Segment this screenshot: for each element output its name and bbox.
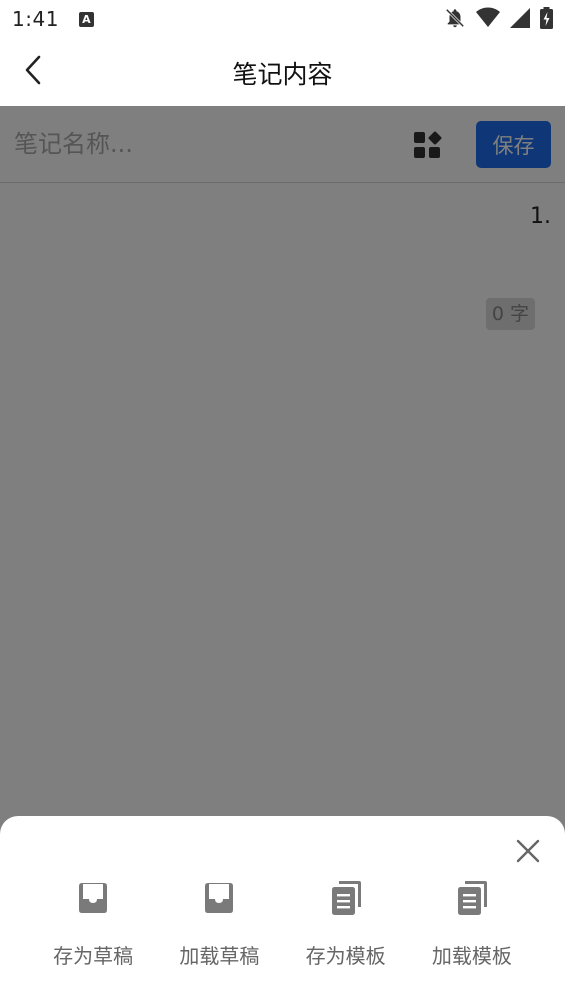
status-bar: 1:41 A	[0, 0, 565, 38]
close-button[interactable]	[513, 838, 543, 868]
app-notification-icon: A	[78, 11, 94, 27]
page-title: 笔记内容	[232, 60, 333, 89]
draft-template-sheet: 存为草稿 加载草稿 存为模板 加载模板	[0, 816, 565, 1004]
status-icons	[444, 7, 553, 33]
sheet-actions: 存为草稿 加载草稿 存为模板 加载模板	[30, 878, 535, 978]
save-as-draft-button[interactable]: 存为草稿	[30, 878, 156, 978]
battery-charging-icon	[540, 7, 553, 33]
action-label: 加载模板	[431, 944, 512, 968]
action-label: 加载草稿	[179, 944, 260, 968]
action-label: 存为草稿	[53, 944, 134, 968]
close-icon	[516, 839, 540, 867]
status-time: 1:41	[12, 7, 59, 31]
copy-document-icon	[452, 878, 492, 918]
load-draft-button[interactable]: 加载草稿	[156, 878, 282, 978]
inbox-tray-icon	[73, 878, 113, 918]
action-label: 存为模板	[305, 944, 386, 968]
load-template-button[interactable]: 加载模板	[409, 878, 535, 978]
app-bar: 笔记内容	[0, 38, 565, 106]
copy-document-icon	[326, 878, 366, 918]
notifications-off-icon	[444, 7, 466, 33]
wifi-icon	[476, 7, 500, 33]
save-as-template-button[interactable]: 存为模板	[283, 878, 409, 978]
inbox-tray-icon	[199, 878, 239, 918]
note-editor-screen: 1:41 A 笔记内容 笔记名称... 存为草稿 加载草稿 存为模板 加载模板	[0, 0, 565, 1004]
signal-icon	[510, 8, 530, 32]
